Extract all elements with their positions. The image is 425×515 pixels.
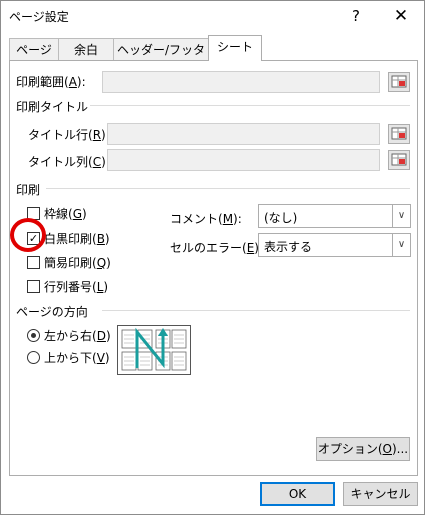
options-button[interactable]: オプション(O)... — [316, 437, 410, 461]
over-then-down-radio[interactable] — [27, 329, 40, 342]
title-cols-field[interactable] — [107, 149, 380, 171]
down-then-over-label: 上から下(V) — [44, 351, 110, 365]
tab-header-footer[interactable]: ヘッダー/フッター — [113, 38, 209, 79]
cell-errors-label: セルのエラー(E): — [170, 241, 263, 255]
gridlines-label: 枠線(G) — [44, 207, 87, 221]
divider — [90, 105, 410, 106]
draft-quality-checkbox[interactable] — [27, 256, 40, 269]
sheet-tab-panel: 印刷範囲(A): 印刷タイトル タイトル行(R): タイトル列(C): 印刷 枠… — [9, 60, 418, 476]
ok-button[interactable]: OK — [260, 482, 335, 506]
range-select-icon — [391, 153, 407, 166]
annotation-circle — [10, 218, 46, 252]
divider — [102, 310, 410, 311]
title-cols-ref-button[interactable] — [388, 150, 410, 170]
print-area-field[interactable] — [102, 71, 380, 93]
window-title: ページ設定 — [9, 10, 69, 24]
chevron-down-icon: ∨ — [392, 234, 410, 256]
tab-sheet[interactable]: シート — [208, 35, 262, 61]
page-setup-dialog: ページ設定 ? ✕ ページ 余白 ヘッダー/フッター シート 印刷範囲(A): … — [0, 0, 425, 515]
range-select-icon — [391, 127, 407, 140]
print-heading: 印刷 — [16, 183, 41, 197]
divider — [46, 188, 410, 189]
range-select-icon — [391, 75, 407, 88]
title-rows-label: タイトル行(R): — [28, 128, 110, 142]
row-col-headings-checkbox[interactable] — [27, 280, 40, 293]
row-col-headings-label: 行列番号(L) — [44, 280, 109, 294]
title-rows-field[interactable] — [107, 123, 380, 145]
draft-quality-label: 簡易印刷(Q) — [44, 256, 111, 270]
bw-print-label: 白黒印刷(B) — [44, 232, 110, 246]
title-cols-label: タイトル列(C): — [28, 155, 110, 169]
comments-label: コメント(M): — [170, 212, 242, 226]
help-button[interactable]: ? — [336, 3, 376, 29]
tab-margins[interactable]: 余白 — [58, 38, 114, 61]
print-area-label: 印刷範囲(A): — [16, 75, 86, 89]
close-button[interactable]: ✕ — [381, 3, 421, 29]
page-order-preview — [117, 325, 191, 375]
cell-errors-select[interactable]: 表示する ∨ — [258, 233, 411, 257]
title-rows-ref-button[interactable] — [388, 124, 410, 144]
title-bar: ページ設定 ? ✕ — [1, 1, 424, 31]
print-titles-heading: 印刷タイトル — [16, 100, 89, 114]
chevron-down-icon: ∨ — [392, 205, 410, 227]
print-area-ref-button[interactable] — [388, 72, 410, 92]
cancel-button[interactable]: キャンセル — [343, 482, 418, 506]
radio-selected-dot — [31, 333, 36, 338]
over-then-down-label: 左から右(D) — [44, 329, 111, 343]
comments-select[interactable]: (なし) ∨ — [258, 204, 411, 228]
down-then-over-radio[interactable] — [27, 351, 40, 364]
page-order-heading: ページの方向 — [16, 305, 88, 319]
tab-page[interactable]: ページ — [9, 38, 59, 61]
cell-errors-value: 表示する — [264, 240, 313, 254]
comments-value: (なし) — [264, 211, 298, 225]
page-order-icon — [121, 327, 187, 371]
